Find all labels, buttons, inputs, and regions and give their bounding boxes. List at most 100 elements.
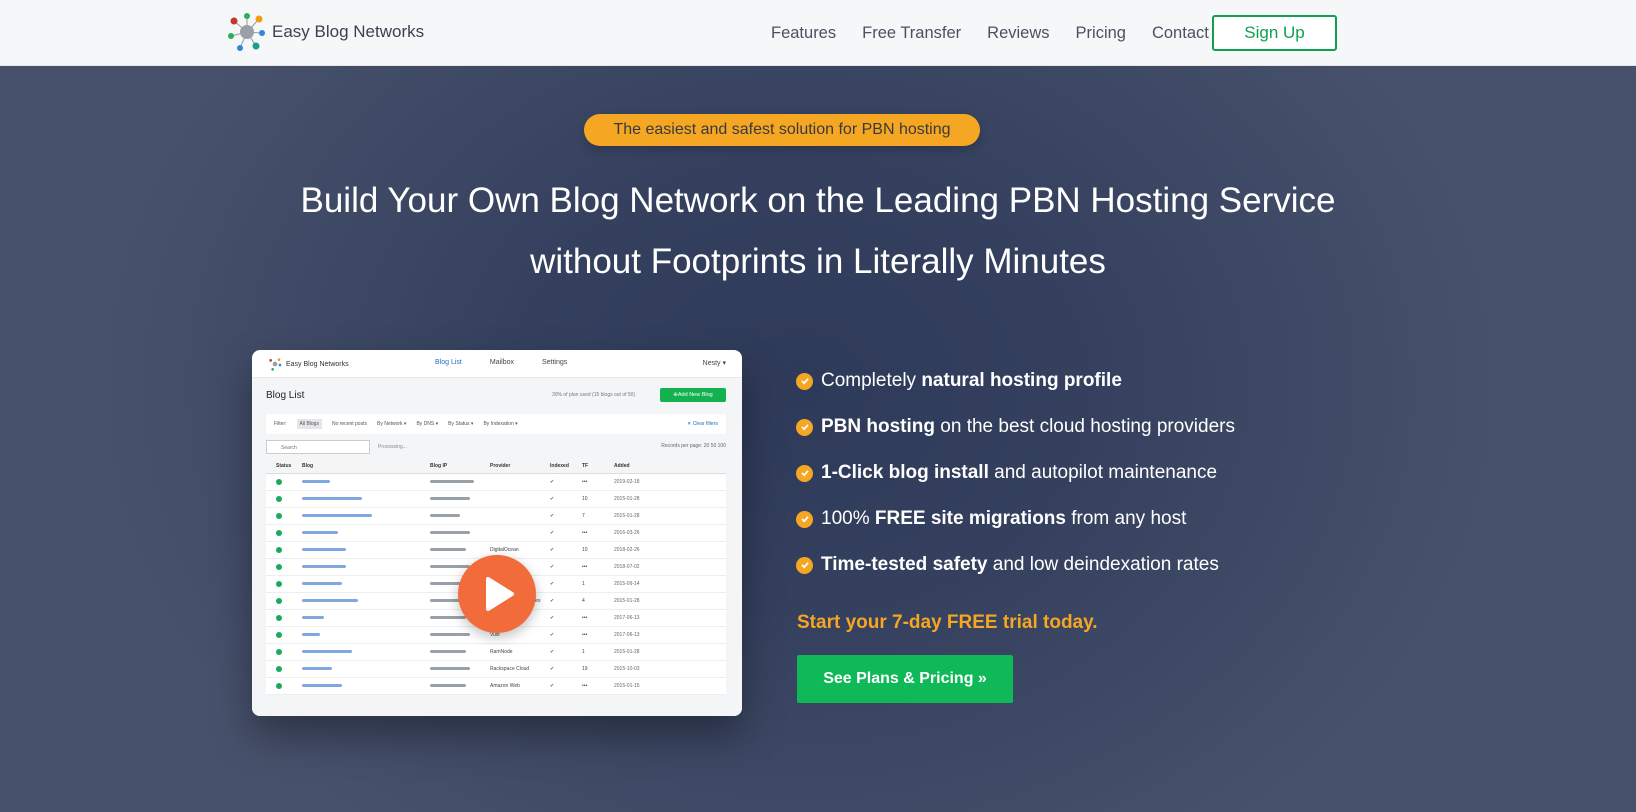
status-icon <box>276 632 282 640</box>
blog-ip-blurred <box>430 513 460 519</box>
indexed-check-icon: ✔ <box>550 513 555 519</box>
preview-tab-mailbox: Mailbox <box>489 359 514 366</box>
status-icon <box>276 479 282 487</box>
feature-item: PBN hosting on the best cloud hosting pr… <box>796 404 1235 450</box>
indexed-check-icon: ✔ <box>550 496 555 502</box>
blog-ip-blurred <box>430 496 470 502</box>
provider-cell: RamNode <box>490 649 513 655</box>
preview-add-blog-label: Add New Blog <box>677 392 713 398</box>
nav-reviews[interactable]: Reviews <box>987 24 1049 43</box>
provider-cell: Rackspace Cloud <box>490 666 530 672</box>
indexed-check-icon: ✔ <box>550 632 555 638</box>
col-provider: Provider <box>490 463 511 469</box>
blog-name-blurred <box>302 649 352 655</box>
col-status: Status <box>276 463 292 469</box>
added-cell: 2017-06-13 <box>614 615 640 621</box>
added-cell: 2015-09-14 <box>614 581 640 587</box>
added-cell: 2015-01-28 <box>614 496 640 502</box>
preview-records-per-page: Records per page: 20 50 100 <box>661 443 726 449</box>
col-added: Added <box>614 463 630 469</box>
headline-line-2: without Footprints in Literally Minutes <box>530 242 1106 281</box>
nav-free-transfer[interactable]: Free Transfer <box>862 24 961 43</box>
blog-name-blurred <box>302 632 320 638</box>
feature-item: 1-Click blog install and autopilot maint… <box>796 450 1235 496</box>
table-row: ✔ ••• 2019-02-18 <box>266 474 726 491</box>
added-cell: 2015-01-28 <box>614 649 640 655</box>
feature-text: 1-Click blog install and autopilot maint… <box>821 462 1217 484</box>
indexed-check-icon: ✔ <box>550 564 555 570</box>
preview-title: Blog List <box>266 390 305 401</box>
feature-text: Completely natural hosting profile <box>821 370 1122 392</box>
status-icon <box>276 564 282 572</box>
blog-ip-blurred <box>430 632 470 638</box>
indexed-check-icon: ✔ <box>550 615 555 621</box>
blog-ip-blurred <box>430 598 460 604</box>
see-plans-pricing-button[interactable]: See Plans & Pricing » <box>797 655 1013 703</box>
brand-name: Easy Blog Networks <box>272 22 425 41</box>
preview-tab-settings: Settings <box>541 359 568 366</box>
provider-cell: Amazon Web <box>490 683 520 689</box>
preview-search-row: Search Processing... Records per page: 2… <box>266 440 726 456</box>
tf-cell: 19 <box>582 666 588 672</box>
preview-usage: 30% of plan used (15 blogs out of 50) <box>552 392 636 398</box>
blog-name-blurred <box>302 598 358 604</box>
added-cell: 2018-02-26 <box>614 547 640 553</box>
status-icon <box>276 547 282 555</box>
hero-badge: The easiest and safest solution for PBN … <box>584 114 980 146</box>
blog-ip-blurred <box>430 666 470 672</box>
feature-pre: 100% <box>821 508 875 529</box>
preview-logo-icon <box>269 358 282 371</box>
tf-cell: ••• <box>582 530 588 536</box>
preview-search-input: Search <box>266 440 370 454</box>
nav-contact[interactable]: Contact <box>1152 24 1209 43</box>
status-icon <box>276 615 282 623</box>
feature-post: and low deindexation rates <box>987 554 1219 575</box>
blog-name-blurred <box>302 479 330 485</box>
hero-headline: Build Your Own Blog Network on the Leadi… <box>200 170 1436 292</box>
nav-pricing[interactable]: Pricing <box>1076 24 1126 43</box>
feature-bold: Time-tested safety <box>821 554 988 575</box>
tf-cell: ••• <box>582 632 588 638</box>
check-icon <box>796 556 813 574</box>
preview-brand-name: Easy Blog Networks <box>286 360 349 368</box>
signup-button[interactable]: Sign Up <box>1212 15 1337 51</box>
tf-cell: ••• <box>582 564 588 570</box>
feature-post: and autopilot maintenance <box>988 462 1218 483</box>
status-icon <box>276 683 282 691</box>
feature-item: Completely natural hosting profile <box>796 358 1235 404</box>
preview-body: Blog List 30% of plan used (15 blogs out… <box>252 378 742 716</box>
added-cell: 2017-06-13 <box>614 632 640 638</box>
status-icon <box>276 598 282 606</box>
blog-name-blurred <box>302 547 346 553</box>
play-video-button[interactable] <box>458 555 536 633</box>
blog-ip-blurred <box>430 530 470 536</box>
nav-features[interactable]: Features <box>771 24 836 43</box>
blog-ip-blurred <box>430 564 470 570</box>
blog-name-blurred <box>302 666 332 672</box>
table-row: RamNode ✔ 1 2015-01-28 <box>266 644 726 661</box>
preview-clear-filters: ✕ Clear filters <box>687 421 718 427</box>
preview-topbar: Easy Blog Networks Blog List Mailbox Set… <box>252 350 742 378</box>
check-icon <box>796 418 813 436</box>
added-cell: 2015-01-15 <box>614 683 640 689</box>
col-indexed: Indexed <box>550 463 569 469</box>
preview-filter-label: Filter: <box>274 421 287 427</box>
feature-list: Completely natural hosting profile PBN h… <box>796 358 1235 588</box>
indexed-check-icon: ✔ <box>550 581 555 587</box>
tf-cell: 10 <box>582 547 588 553</box>
indexed-check-icon: ✔ <box>550 649 555 655</box>
brand-link[interactable]: Easy Blog Networks <box>226 10 424 54</box>
feature-text: Time-tested safety and low deindexation … <box>821 554 1219 576</box>
preview-table-header: Status Blog Blog IP Provider Indexed TF … <box>266 458 726 474</box>
blog-ip-blurred <box>430 547 466 553</box>
blog-ip-blurred <box>430 479 474 485</box>
feature-item: Time-tested safety and low deindexation … <box>796 542 1235 588</box>
feature-bold: natural hosting profile <box>921 370 1122 391</box>
col-blog-ip: Blog IP <box>430 463 448 469</box>
app-preview-screenshot[interactable]: Easy Blog Networks Blog List Mailbox Set… <box>252 350 742 716</box>
preview-brand: Easy Blog Networks <box>268 357 349 371</box>
feature-bold: 1-Click blog install <box>821 462 989 483</box>
indexed-check-icon: ✔ <box>550 530 555 536</box>
feature-bold: FREE site migrations <box>874 508 1066 529</box>
preview-filter-indexation: By Indexation ▾ <box>483 421 518 427</box>
